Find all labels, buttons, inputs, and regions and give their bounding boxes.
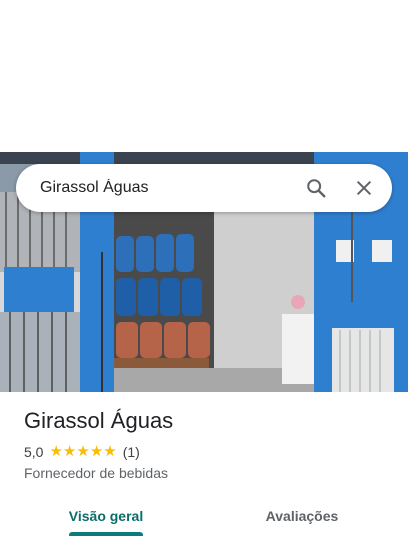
star-icon: ★ — [103, 443, 117, 460]
search-icon — [307, 179, 326, 198]
tab-overview[interactable]: Visão geral — [56, 496, 156, 536]
search-bar[interactable]: Girassol Águas — [16, 164, 392, 212]
place-title: Girassol Águas — [24, 408, 174, 433]
map-blank-area — [0, 0, 408, 152]
rating-value: 5,0 — [24, 444, 44, 460]
star-icon: ★ — [62, 443, 77, 460]
place-category: Fornecedor de bebidas — [24, 465, 168, 481]
star-rating: ★ ★ ★ ★ ★ — [49, 443, 117, 460]
star-icon: ★ — [76, 443, 90, 460]
tab-bar: Visão geral Avaliações — [0, 496, 408, 536]
rating-row[interactable]: 5,0 ★ ★ ★ ★ ★ (1) — [24, 444, 140, 460]
review-count[interactable]: (1) — [123, 444, 140, 460]
search-input[interactable]: Girassol Águas — [16, 179, 292, 197]
close-icon — [357, 181, 371, 195]
star-icon: ★ — [49, 443, 63, 460]
star-icon: ★ — [89, 443, 104, 460]
clear-button[interactable] — [340, 164, 388, 212]
active-tab-indicator — [69, 532, 143, 536]
search-button[interactable] — [292, 164, 340, 212]
tab-reviews[interactable]: Avaliações — [252, 496, 352, 536]
